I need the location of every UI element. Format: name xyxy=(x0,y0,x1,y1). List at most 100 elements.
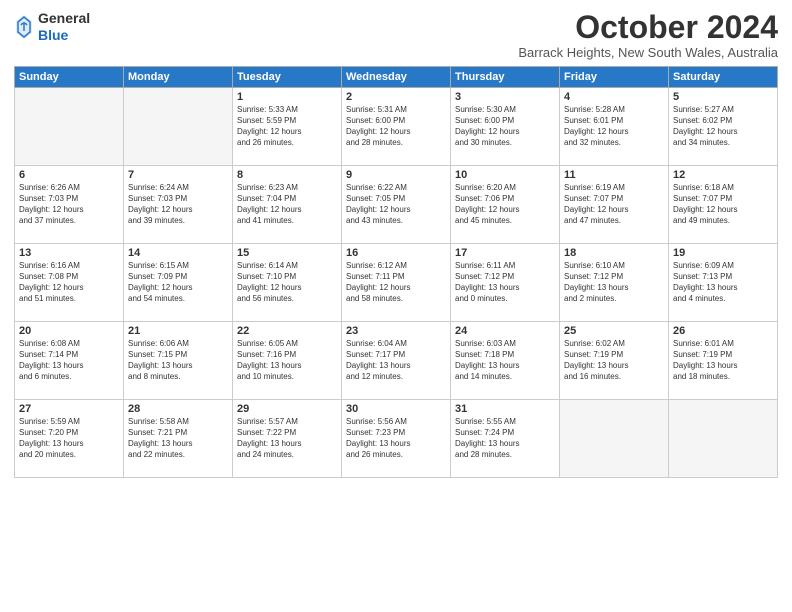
day-number: 23 xyxy=(346,325,446,337)
calendar-day-empty xyxy=(669,400,778,478)
logo-blue: Blue xyxy=(38,27,90,44)
calendar-week-4: 20 Sunrise: 6:08 AMSunset: 7:14 PMDayligh… xyxy=(15,322,778,400)
day-number: 19 xyxy=(673,247,773,259)
calendar-day-2: 2 Sunrise: 5:31 AMSunset: 6:00 PMDaylight… xyxy=(342,88,451,166)
day-details: Sunrise: 6:20 AMSunset: 7:06 PMDaylight:… xyxy=(455,183,555,226)
day-number: 8 xyxy=(237,169,337,181)
day-details: Sunrise: 5:28 AMSunset: 6:01 PMDaylight:… xyxy=(564,105,664,148)
day-details: Sunrise: 6:06 AMSunset: 7:15 PMDaylight:… xyxy=(128,339,228,382)
day-number: 18 xyxy=(564,247,664,259)
day-details: Sunrise: 6:19 AMSunset: 7:07 PMDaylight:… xyxy=(564,183,664,226)
day-header-thursday: Thursday xyxy=(451,67,560,88)
calendar-day-3: 3 Sunrise: 5:30 AMSunset: 6:00 PMDaylight… xyxy=(451,88,560,166)
calendar-header-row: SundayMondayTuesdayWednesdayThursdayFrid… xyxy=(15,67,778,88)
day-number: 25 xyxy=(564,325,664,337)
day-details: Sunrise: 6:24 AMSunset: 7:03 PMDaylight:… xyxy=(128,183,228,226)
day-number: 21 xyxy=(128,325,228,337)
calendar-day-empty xyxy=(124,88,233,166)
calendar-day-5: 5 Sunrise: 5:27 AMSunset: 6:02 PMDaylight… xyxy=(669,88,778,166)
calendar-day-22: 22 Sunrise: 6:05 AMSunset: 7:16 PMDayligh… xyxy=(233,322,342,400)
day-header-sunday: Sunday xyxy=(15,67,124,88)
day-number: 29 xyxy=(237,403,337,415)
calendar-day-8: 8Sunrise: 6:23 AMSunset: 7:04 PMDaylight… xyxy=(233,166,342,244)
day-details: Sunrise: 5:59 AMSunset: 7:20 PMDaylight:… xyxy=(19,417,119,460)
calendar-week-3: 13 Sunrise: 6:16 AMSunset: 7:08 PMDayligh… xyxy=(15,244,778,322)
day-number: 26 xyxy=(673,325,773,337)
calendar-day-1: 1Sunrise: 5:33 AMSunset: 5:59 PMDaylight… xyxy=(233,88,342,166)
day-number: 20 xyxy=(19,325,119,337)
day-details: Sunrise: 5:30 AMSunset: 6:00 PMDaylight:… xyxy=(455,105,555,148)
day-details: Sunrise: 5:55 AMSunset: 7:24 PMDaylight:… xyxy=(455,417,555,460)
calendar-day-15: 15 Sunrise: 6:14 AMSunset: 7:10 PMDayligh… xyxy=(233,244,342,322)
day-details: Sunrise: 6:04 AMSunset: 7:17 PMDaylight:… xyxy=(346,339,446,382)
day-number: 11 xyxy=(564,169,664,181)
day-details: Sunrise: 6:15 AMSunset: 7:09 PMDaylight:… xyxy=(128,261,228,304)
day-details: Sunrise: 6:22 AMSunset: 7:05 PMDaylight:… xyxy=(346,183,446,226)
day-details: Sunrise: 5:57 AMSunset: 7:22 PMDaylight:… xyxy=(237,417,337,460)
calendar-day-6: 6 Sunrise: 6:26 AMSunset: 7:03 PMDaylight… xyxy=(15,166,124,244)
calendar-day-23: 23 Sunrise: 6:04 AMSunset: 7:17 PMDayligh… xyxy=(342,322,451,400)
calendar-day-28: 28 Sunrise: 5:58 AMSunset: 7:21 PMDayligh… xyxy=(124,400,233,478)
calendar-week-5: 27 Sunrise: 5:59 AMSunset: 7:20 PMDayligh… xyxy=(15,400,778,478)
day-number: 17 xyxy=(455,247,555,259)
calendar-day-10: 10Sunrise: 6:20 AMSunset: 7:06 PMDayligh… xyxy=(451,166,560,244)
calendar-day-26: 26Sunrise: 6:01 AMSunset: 7:19 PMDayligh… xyxy=(669,322,778,400)
day-header-tuesday: Tuesday xyxy=(233,67,342,88)
day-number: 7 xyxy=(128,169,228,181)
day-header-monday: Monday xyxy=(124,67,233,88)
day-number: 5 xyxy=(673,91,773,103)
day-number: 2 xyxy=(346,91,446,103)
day-number: 12 xyxy=(673,169,773,181)
day-details: Sunrise: 6:05 AMSunset: 7:16 PMDaylight:… xyxy=(237,339,337,382)
day-details: Sunrise: 6:26 AMSunset: 7:03 PMDaylight:… xyxy=(19,183,119,226)
calendar-day-empty xyxy=(560,400,669,478)
calendar-day-21: 21 Sunrise: 6:06 AMSunset: 7:15 PMDayligh… xyxy=(124,322,233,400)
day-details: Sunrise: 6:11 AMSunset: 7:12 PMDaylight:… xyxy=(455,261,555,304)
calendar-day-18: 18Sunrise: 6:10 AMSunset: 7:12 PMDayligh… xyxy=(560,244,669,322)
day-number: 22 xyxy=(237,325,337,337)
calendar-day-25: 25 Sunrise: 6:02 AMSunset: 7:19 PMDayligh… xyxy=(560,322,669,400)
calendar-week-1: 1Sunrise: 5:33 AMSunset: 5:59 PMDaylight… xyxy=(15,88,778,166)
day-details: Sunrise: 5:31 AMSunset: 6:00 PMDaylight:… xyxy=(346,105,446,148)
day-details: Sunrise: 6:08 AMSunset: 7:14 PMDaylight:… xyxy=(19,339,119,382)
calendar-day-4: 4 Sunrise: 5:28 AMSunset: 6:01 PMDaylight… xyxy=(560,88,669,166)
day-details: Sunrise: 5:58 AMSunset: 7:21 PMDaylight:… xyxy=(128,417,228,460)
location: Barrack Heights, New South Wales, Austra… xyxy=(518,45,778,60)
day-details: Sunrise: 5:27 AMSunset: 6:02 PMDaylight:… xyxy=(673,105,773,148)
day-details: Sunrise: 6:12 AMSunset: 7:11 PMDaylight:… xyxy=(346,261,446,304)
logo-general: General xyxy=(38,10,90,27)
calendar-day-19: 19 Sunrise: 6:09 AMSunset: 7:13 PMDayligh… xyxy=(669,244,778,322)
day-details: Sunrise: 6:14 AMSunset: 7:10 PMDaylight:… xyxy=(237,261,337,304)
logo: General Blue xyxy=(14,10,90,44)
calendar-day-24: 24 Sunrise: 6:03 AMSunset: 7:18 PMDayligh… xyxy=(451,322,560,400)
day-number: 6 xyxy=(19,169,119,181)
month-title: October 2024 xyxy=(518,10,778,45)
day-number: 14 xyxy=(128,247,228,259)
calendar-day-empty xyxy=(15,88,124,166)
calendar-day-17: 17 Sunrise: 6:11 AMSunset: 7:12 PMDayligh… xyxy=(451,244,560,322)
day-number: 24 xyxy=(455,325,555,337)
day-number: 31 xyxy=(455,403,555,415)
calendar-day-11: 11 Sunrise: 6:19 AMSunset: 7:07 PMDayligh… xyxy=(560,166,669,244)
day-details: Sunrise: 6:02 AMSunset: 7:19 PMDaylight:… xyxy=(564,339,664,382)
calendar: SundayMondayTuesdayWednesdayThursdayFrid… xyxy=(14,66,778,478)
day-number: 4 xyxy=(564,91,664,103)
day-details: Sunrise: 6:03 AMSunset: 7:18 PMDaylight:… xyxy=(455,339,555,382)
day-number: 13 xyxy=(19,247,119,259)
calendar-day-7: 7 Sunrise: 6:24 AMSunset: 7:03 PMDaylight… xyxy=(124,166,233,244)
day-number: 15 xyxy=(237,247,337,259)
calendar-day-29: 29 Sunrise: 5:57 AMSunset: 7:22 PMDayligh… xyxy=(233,400,342,478)
calendar-week-2: 6 Sunrise: 6:26 AMSunset: 7:03 PMDaylight… xyxy=(15,166,778,244)
day-number: 9 xyxy=(346,169,446,181)
day-details: Sunrise: 5:33 AMSunset: 5:59 PMDaylight:… xyxy=(237,105,337,148)
calendar-day-27: 27 Sunrise: 5:59 AMSunset: 7:20 PMDayligh… xyxy=(15,400,124,478)
calendar-day-16: 16Sunrise: 6:12 AMSunset: 7:11 PMDayligh… xyxy=(342,244,451,322)
day-number: 27 xyxy=(19,403,119,415)
day-details: Sunrise: 6:09 AMSunset: 7:13 PMDaylight:… xyxy=(673,261,773,304)
calendar-day-31: 31 Sunrise: 5:55 AMSunset: 7:24 PMDayligh… xyxy=(451,400,560,478)
day-details: Sunrise: 5:56 AMSunset: 7:23 PMDaylight:… xyxy=(346,417,446,460)
calendar-day-20: 20 Sunrise: 6:08 AMSunset: 7:14 PMDayligh… xyxy=(15,322,124,400)
day-details: Sunrise: 6:16 AMSunset: 7:08 PMDaylight:… xyxy=(19,261,119,304)
day-number: 28 xyxy=(128,403,228,415)
day-number: 3 xyxy=(455,91,555,103)
